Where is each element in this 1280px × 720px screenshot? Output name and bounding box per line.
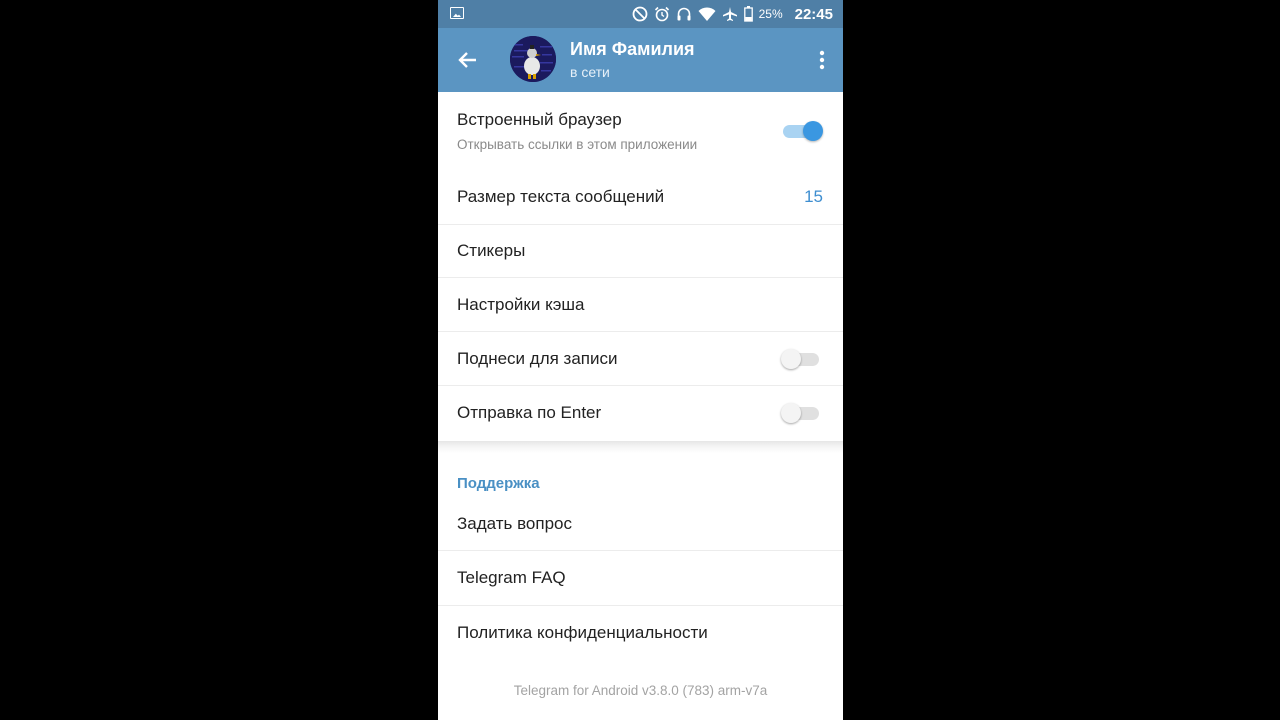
setting-stickers[interactable]: Стикеры: [438, 224, 843, 278]
support-item-label: Политика конфиденциальности: [457, 623, 708, 642]
status-icons: 25% 22:45: [632, 0, 833, 28]
setting-label: Размер текста сообщений: [457, 187, 665, 206]
online-status: в сети: [570, 64, 610, 80]
toggle-thumb: [781, 403, 801, 423]
setting-send-by-enter[interactable]: Отправка по Enter: [438, 386, 843, 440]
setting-label: Встроенный браузер: [457, 110, 622, 129]
support-item-label: Telegram FAQ: [457, 568, 566, 587]
in-app-browser-toggle[interactable]: [781, 121, 823, 141]
send-by-enter-toggle[interactable]: [781, 403, 821, 423]
more-vert-icon[interactable]: [819, 50, 825, 70]
section-divider: [438, 441, 843, 453]
support-item-ask-question[interactable]: Задать вопрос: [438, 497, 843, 551]
setting-text-size[interactable]: Размер текста сообщений 15: [438, 170, 843, 224]
setting-in-app-browser[interactable]: Встроенный браузер Открывать ссылки в эт…: [438, 92, 843, 170]
avatar[interactable]: [510, 36, 556, 82]
alarm-icon: [654, 6, 669, 22]
support-item-privacy-policy[interactable]: Политика конфиденциальности: [438, 606, 843, 660]
setting-label: Стикеры: [457, 241, 526, 260]
battery-percent: 25%: [758, 7, 783, 21]
clock: 22:45: [794, 5, 833, 23]
app-version: Telegram for Android v3.8.0 (783) arm-v7…: [513, 683, 768, 698]
status-bar: 25% 22:45: [438, 0, 843, 28]
gallery-icon: [450, 7, 464, 19]
raise-to-record-toggle[interactable]: [781, 349, 821, 369]
back-arrow-icon[interactable]: [456, 48, 480, 72]
support-item-faq[interactable]: Telegram FAQ: [438, 551, 843, 605]
app-bar: Имя Фамилия в сети: [438, 28, 843, 92]
toggle-thumb: [803, 121, 823, 141]
phone-screen: 25% 22:45 Имя Фамилия в сети Встроенный …: [438, 0, 843, 720]
setting-description: Открывать ссылки в этом приложении: [457, 137, 698, 152]
setting-cache[interactable]: Настройки кэша: [438, 278, 843, 332]
support-item-label: Задать вопрос: [457, 514, 572, 533]
do-not-disturb-icon: [632, 6, 647, 22]
toggle-thumb: [781, 349, 801, 369]
wifi-icon: [698, 7, 716, 21]
support-section-header: Поддержка: [457, 475, 540, 492]
airplane-mode-icon: [722, 7, 737, 21]
chat-title: Имя Фамилия: [570, 39, 695, 59]
headphones-icon: [677, 7, 691, 21]
setting-label: Отправка по Enter: [457, 403, 602, 422]
text-size-value: 15: [804, 187, 823, 206]
setting-label: Поднеси для записи: [457, 349, 618, 368]
battery-icon: [743, 6, 753, 22]
setting-label: Настройки кэша: [457, 295, 585, 314]
setting-raise-to-record[interactable]: Поднеси для записи: [438, 332, 843, 386]
